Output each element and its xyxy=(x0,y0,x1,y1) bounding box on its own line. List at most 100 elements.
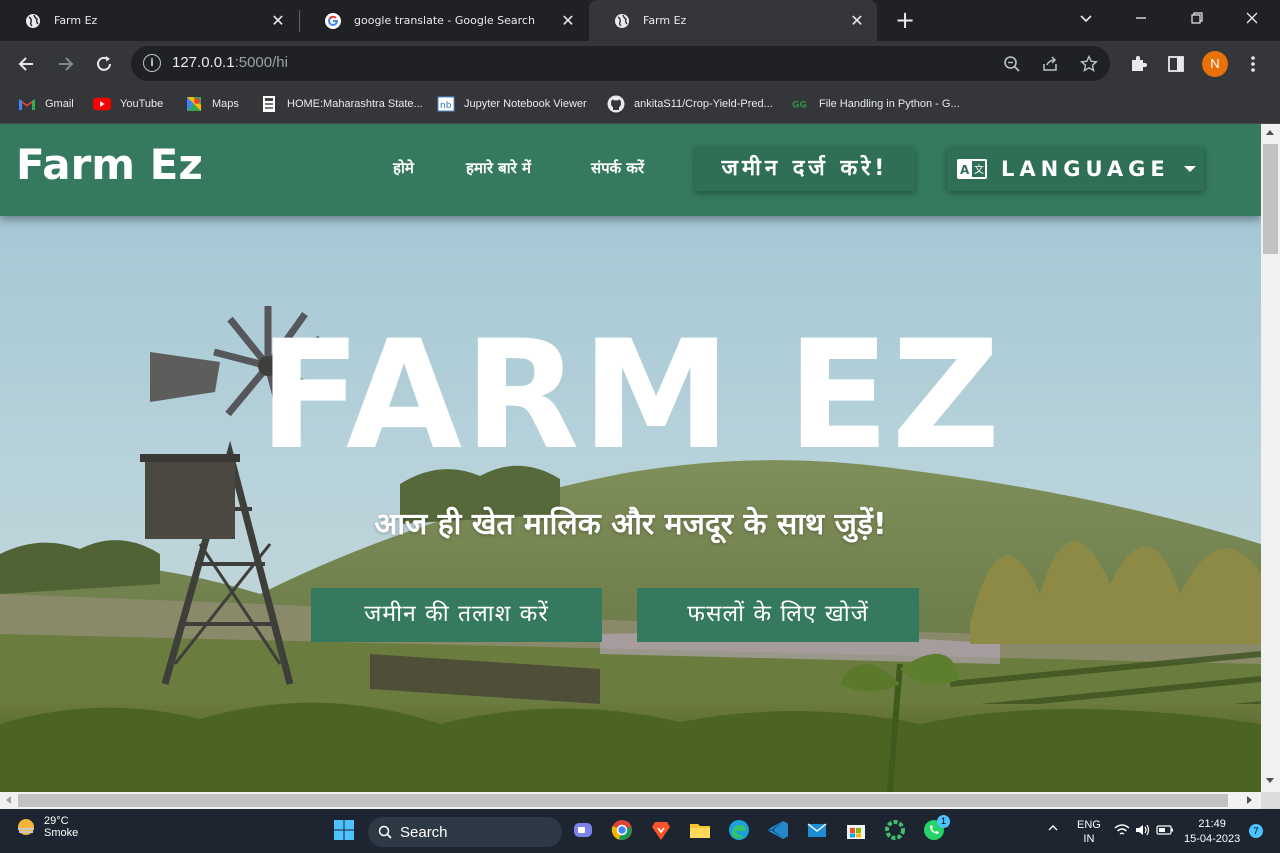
new-tab-button[interactable]: + xyxy=(893,6,917,34)
kebab-menu-icon[interactable] xyxy=(1241,52,1265,76)
svg-text:nb: nb xyxy=(440,101,452,111)
svg-text:文: 文 xyxy=(974,163,984,176)
tray-chevron-up-icon[interactable] xyxy=(1047,822,1059,837)
tab-title: Farm Ez xyxy=(643,14,687,27)
scroll-up-arrow-icon[interactable] xyxy=(1266,130,1274,135)
tab-farm-ez-active[interactable]: Farm Ez ✕ xyxy=(589,0,877,41)
vscode-icon[interactable] xyxy=(767,819,791,843)
back-arrow-icon[interactable] xyxy=(13,50,41,78)
window-close-icon[interactable] xyxy=(1232,4,1272,34)
bookmark-maps[interactable]: Maps xyxy=(185,94,239,114)
close-icon[interactable]: ✕ xyxy=(560,11,576,30)
wifi-icon[interactable] xyxy=(1114,823,1130,840)
whatsapp-icon[interactable]: 1 xyxy=(923,815,950,843)
translate-icon: A 文 xyxy=(957,159,987,179)
vertical-scrollbar[interactable] xyxy=(1261,124,1280,792)
bookmarks-bar: Gmail YouTube Maps HOME:Maharashtra Stat… xyxy=(0,86,1280,124)
weather-temp: 29°C xyxy=(44,815,69,827)
horizontal-scrollbar[interactable] xyxy=(0,792,1261,809)
profile-avatar[interactable]: N xyxy=(1202,51,1228,77)
document-icon xyxy=(260,96,278,112)
site-info-icon[interactable]: i xyxy=(143,54,161,72)
browser-toolbar: i 127.0.0.1:5000/hi N xyxy=(0,41,1280,86)
microsoft-store-icon[interactable] xyxy=(845,819,869,843)
bookmark-jupyter[interactable]: nb Jupyter Notebook Viewer xyxy=(437,94,587,114)
windows-start-icon[interactable] xyxy=(333,819,357,843)
tab-google-translate[interactable]: google translate - Google Search ✕ xyxy=(300,0,588,41)
volume-icon[interactable] xyxy=(1135,823,1151,840)
bookmark-github[interactable]: ankitaS11/Crop-Yield-Pred... xyxy=(607,94,773,114)
battery-icon[interactable] xyxy=(1156,824,1174,839)
url-host: 127.0.0.1 xyxy=(172,54,235,71)
language-line1: ENG xyxy=(1077,819,1101,831)
tab-search-chevron-icon[interactable] xyxy=(1066,4,1106,34)
language-line2: IN xyxy=(1083,833,1095,845)
bookmark-label: Jupyter Notebook Viewer xyxy=(464,98,587,110)
find-land-button[interactable]: जमीन की तलाश करें xyxy=(311,588,602,642)
url-text[interactable]: 127.0.0.1:5000/hi xyxy=(172,54,288,71)
language-dropdown[interactable]: A 文 LANGUAGE xyxy=(947,147,1204,191)
tab-farm-ez-1[interactable]: Farm Ez ✕ xyxy=(0,0,298,41)
hero-title: FARM EZ xyxy=(258,309,1003,483)
chevron-down-icon xyxy=(1183,166,1196,172)
file-explorer-icon[interactable] xyxy=(689,819,713,843)
bookmark-youtube[interactable]: YouTube xyxy=(93,94,163,114)
tab-strip: Farm Ez ✕ google translate - Google Sear… xyxy=(0,0,1280,41)
language-label: LANGUAGE xyxy=(1001,157,1170,181)
brave-icon[interactable] xyxy=(650,819,674,843)
system-clock[interactable]: 21:49 15-04-2023 xyxy=(1184,817,1240,847)
weather-widget[interactable]: 29°C Smoke xyxy=(14,815,78,839)
close-icon[interactable]: ✕ xyxy=(849,11,865,30)
bookmark-maharashtra[interactable]: HOME:Maharashtra State... xyxy=(260,94,423,114)
zoom-icon[interactable] xyxy=(1001,53,1023,75)
spinner-app-icon[interactable] xyxy=(884,819,908,843)
close-icon[interactable]: ✕ xyxy=(270,11,286,30)
forward-arrow-icon[interactable] xyxy=(51,50,79,78)
notification-badge[interactable]: 7 xyxy=(1249,824,1263,838)
taskbar-search-label: Search xyxy=(400,823,448,841)
site-navbar: Farm Ez होमे हमारे बारे में संपर्क करें … xyxy=(0,124,1261,216)
share-icon[interactable] xyxy=(1039,53,1061,75)
gfg-icon: GG xyxy=(792,96,810,112)
mail-icon[interactable] xyxy=(806,819,830,843)
horizontal-scroll-thumb[interactable] xyxy=(18,794,1228,807)
tab-title: Farm Ez xyxy=(54,14,98,27)
bookmark-label: File Handling in Python - G... xyxy=(819,98,960,110)
github-icon xyxy=(607,95,625,113)
extensions-puzzle-icon[interactable] xyxy=(1126,52,1150,76)
nav-home-link[interactable]: होमे xyxy=(393,158,414,178)
scroll-right-arrow-icon[interactable] xyxy=(1247,796,1252,804)
nav-about-link[interactable]: हमारे बारे में xyxy=(466,158,531,178)
whatsapp-badge: 1 xyxy=(937,815,950,828)
search-icon xyxy=(378,825,392,839)
weather-condition: Smoke xyxy=(44,827,79,839)
chrome-icon[interactable] xyxy=(611,819,635,843)
address-bar[interactable]: i 127.0.0.1:5000/hi xyxy=(131,46,1110,81)
teams-chat-icon[interactable] xyxy=(572,819,596,843)
restore-icon[interactable] xyxy=(1177,4,1217,34)
find-crops-button[interactable]: फसलों के लिए खोजें xyxy=(637,588,919,642)
globe-icon xyxy=(24,12,42,30)
jupyter-icon: nb xyxy=(437,96,455,112)
vertical-scroll-thumb[interactable] xyxy=(1263,144,1278,254)
svg-text:A: A xyxy=(960,163,970,177)
tab-title: google translate - Google Search xyxy=(354,14,535,27)
scroll-left-arrow-icon[interactable] xyxy=(6,796,11,804)
side-panel-icon[interactable] xyxy=(1164,52,1188,76)
bookmark-gfg[interactable]: GG File Handling in Python - G... xyxy=(792,94,960,114)
youtube-icon xyxy=(93,96,111,112)
gmail-icon xyxy=(18,96,36,112)
site-brand-logo[interactable]: Farm Ez xyxy=(16,140,203,189)
minimize-icon[interactable] xyxy=(1121,4,1161,34)
taskbar-search[interactable]: Search xyxy=(368,817,562,847)
svg-text:GG: GG xyxy=(792,101,807,111)
scroll-down-arrow-icon[interactable] xyxy=(1266,778,1274,783)
edge-icon[interactable] xyxy=(728,819,752,843)
bookmark-star-icon[interactable] xyxy=(1078,53,1100,75)
register-land-button[interactable]: जमीन दर्ज करे! xyxy=(695,147,915,191)
clock-date: 15-04-2023 xyxy=(1184,833,1241,845)
reload-icon[interactable] xyxy=(90,50,118,78)
nav-contact-link[interactable]: संपर्क करें xyxy=(591,158,644,178)
language-indicator[interactable]: ENG IN xyxy=(1077,818,1101,846)
bookmark-gmail[interactable]: Gmail xyxy=(18,94,74,114)
